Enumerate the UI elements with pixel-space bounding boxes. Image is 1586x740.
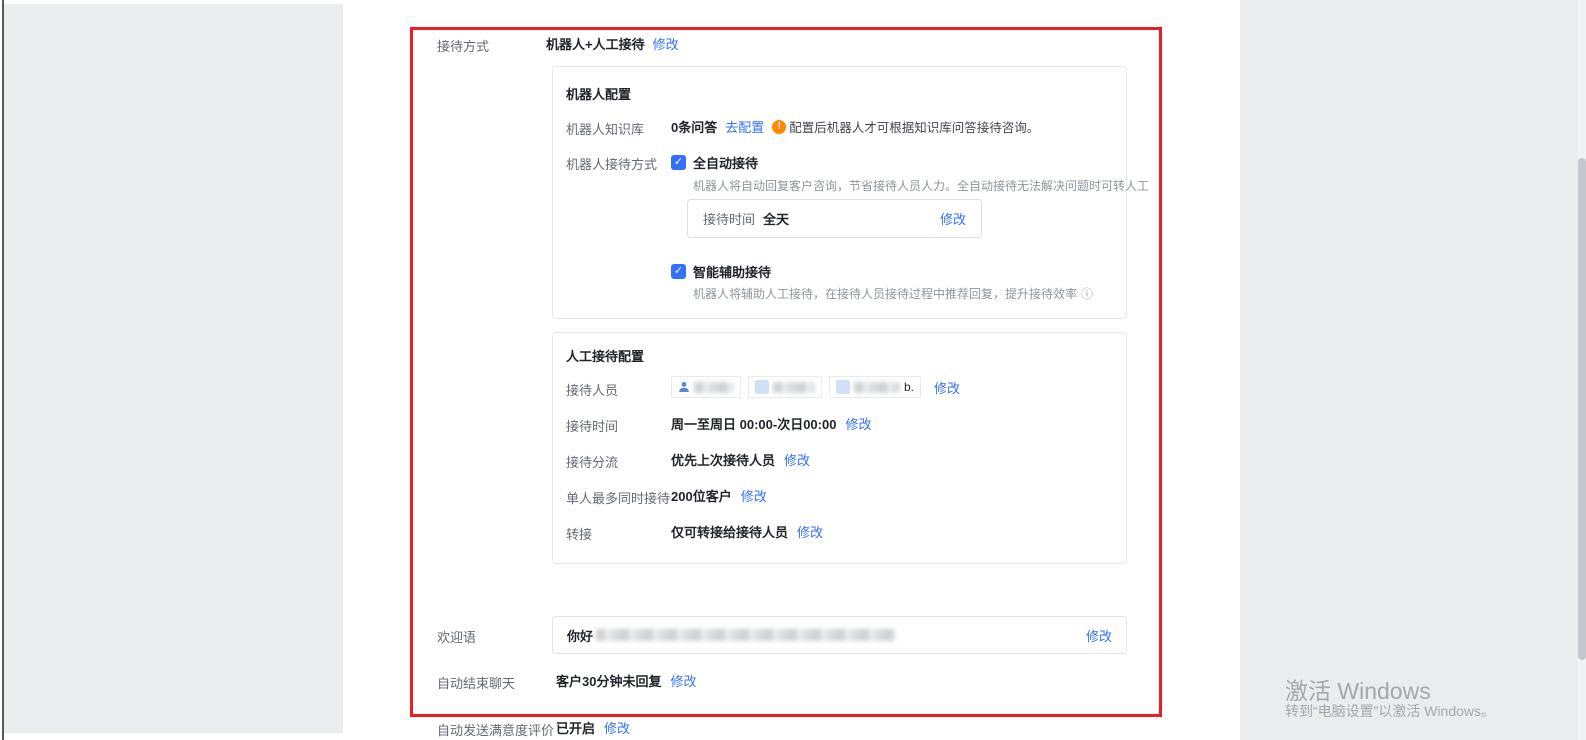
auto-end-value: 客户30分钟未回复	[556, 671, 661, 690]
auto-satisfaction-modify-link[interactable]: 修改	[604, 718, 630, 737]
robot-config-title: 机器人配置	[566, 84, 631, 103]
smart-assist-desc: 机器人将辅助人工接待，在接待人员接待过程中推荐回复，提升接待效率	[693, 285, 1077, 302]
modify-link[interactable]: 修改	[845, 414, 871, 433]
warning-icon: !	[772, 120, 786, 134]
time-modify-link[interactable]: 修改	[940, 209, 966, 228]
time-label: 接待时间	[703, 209, 755, 228]
reception-time-box: 接待时间 全天 修改	[687, 199, 982, 238]
manual-row-label: 接待分流	[566, 452, 618, 471]
full-auto-option: ✓ 全自动接待	[671, 153, 758, 172]
manual-row-label: 单人最多同时接待	[566, 488, 670, 507]
manual-row-label: 接待时间	[566, 416, 618, 435]
checkbox-smart-assist-checked-icon[interactable]: ✓	[671, 264, 686, 279]
scrollbar-thumb[interactable]	[1578, 158, 1586, 660]
manual-row: 仅可转接给接待人员 修改	[671, 522, 823, 541]
redacted-name	[694, 382, 734, 393]
reception-method-label: 接待方式	[437, 36, 489, 55]
left-background-panel	[4, 4, 343, 733]
scrollbar-track[interactable]	[1578, 0, 1586, 740]
smart-assist-desc-row: 机器人将辅助人工接待，在接待人员接待过程中推荐回复，提升接待效率 ⓘ	[693, 285, 1093, 302]
auto-satisfaction-label: 自动发送满意度评价	[437, 720, 554, 739]
reception-method-value: 机器人+人工接待	[546, 34, 645, 53]
smart-assist-option: ✓ 智能辅助接待	[671, 262, 771, 281]
robot-reception-mode-label: 机器人接待方式	[566, 154, 657, 173]
avatar	[755, 380, 769, 394]
manual-row: 200位客户 修改	[671, 486, 767, 505]
time-value: 全天	[763, 209, 789, 228]
manual-config-title: 人工接待配置	[566, 346, 644, 365]
modify-link[interactable]: 修改	[797, 522, 823, 541]
right-background-panel	[1240, 0, 1586, 740]
checkbox-full-auto-checked-icon[interactable]: ✓	[671, 155, 686, 170]
welcome-box: 你好 修改	[552, 616, 1127, 654]
robot-config-card: 机器人配置 机器人知识库 0条问答 去配置 ! 配置后机器人才可根据知识库问答接…	[552, 66, 1127, 319]
auto-end-modify-link[interactable]: 修改	[670, 671, 696, 690]
staff-tag: b.	[829, 376, 921, 398]
settings-page: 接待方式 机器人+人工接待 修改 机器人配置 机器人知识库 0条问答 去配置 !…	[0, 0, 1586, 740]
redacted-name	[854, 382, 900, 393]
manual-row-value: 200位客户	[671, 486, 732, 505]
main-content-panel: 接待方式 机器人+人工接待 修改 机器人配置 机器人知识库 0条问答 去配置 !…	[343, 0, 1240, 740]
manual-row: 周一至周日 00:00-次日00:00 修改	[671, 414, 871, 433]
staff-label: 接待人员	[566, 380, 618, 399]
knowledge-base-label: 机器人知识库	[566, 119, 644, 138]
manual-row-value: 周一至周日 00:00-次日00:00	[671, 414, 836, 433]
reception-method-row: 机器人+人工接待 修改	[546, 34, 679, 53]
smart-assist-label: 智能辅助接待	[693, 262, 771, 281]
full-auto-desc: 机器人将自动回复客户咨询，节省接待人员人力。全自动接待无法解决问题时可转人工	[693, 177, 1149, 194]
knowledge-base-row: 0条问答 去配置 ! 配置后机器人才可根据知识库问答接待咨询。	[671, 117, 1039, 136]
staff-modify-link[interactable]: 修改	[934, 378, 960, 397]
go-configure-link[interactable]: 去配置	[725, 117, 764, 136]
auto-satisfaction-value: 已开启	[556, 718, 595, 737]
staff-tag-suffix: b.	[904, 380, 914, 394]
redacted-name	[773, 382, 815, 393]
welcome-visible-text: 你好	[567, 626, 593, 645]
knowledge-base-value: 0条问答	[671, 117, 717, 136]
welcome-redacted-text	[596, 629, 896, 641]
manual-row-value: 仅可转接给接待人员	[671, 522, 788, 541]
person-icon	[678, 381, 690, 393]
manual-config-card: 人工接待配置 接待人员 b. 修改	[552, 332, 1127, 564]
reception-method-modify-link[interactable]: 修改	[653, 34, 679, 53]
manual-row-label: 转接	[566, 524, 592, 543]
windows-activation-watermark-subtitle: 转到“电脑设置”以激活 Windows。	[1285, 701, 1495, 721]
warning-text: 配置后机器人才可根据知识库问答接待咨询。	[789, 117, 1039, 136]
staff-tags-row: b. 修改	[671, 376, 960, 398]
auto-satisfaction-row: 已开启 修改	[556, 718, 630, 737]
auto-end-label: 自动结束聊天	[437, 673, 515, 692]
staff-tag	[748, 376, 822, 398]
welcome-modify-link[interactable]: 修改	[1086, 626, 1112, 645]
modify-link[interactable]: 修改	[741, 486, 767, 505]
auto-end-row: 客户30分钟未回复 修改	[556, 671, 696, 690]
info-icon[interactable]: ⓘ	[1081, 285, 1093, 302]
staff-tag	[671, 376, 741, 398]
welcome-label: 欢迎语	[437, 627, 476, 646]
manual-row-value: 优先上次接待人员	[671, 450, 775, 469]
knowledge-base-warning: ! 配置后机器人才可根据知识库问答接待咨询。	[772, 117, 1039, 136]
manual-row: 优先上次接待人员 修改	[671, 450, 810, 469]
avatar	[836, 380, 850, 394]
modify-link[interactable]: 修改	[784, 450, 810, 469]
full-auto-label: 全自动接待	[693, 153, 758, 172]
